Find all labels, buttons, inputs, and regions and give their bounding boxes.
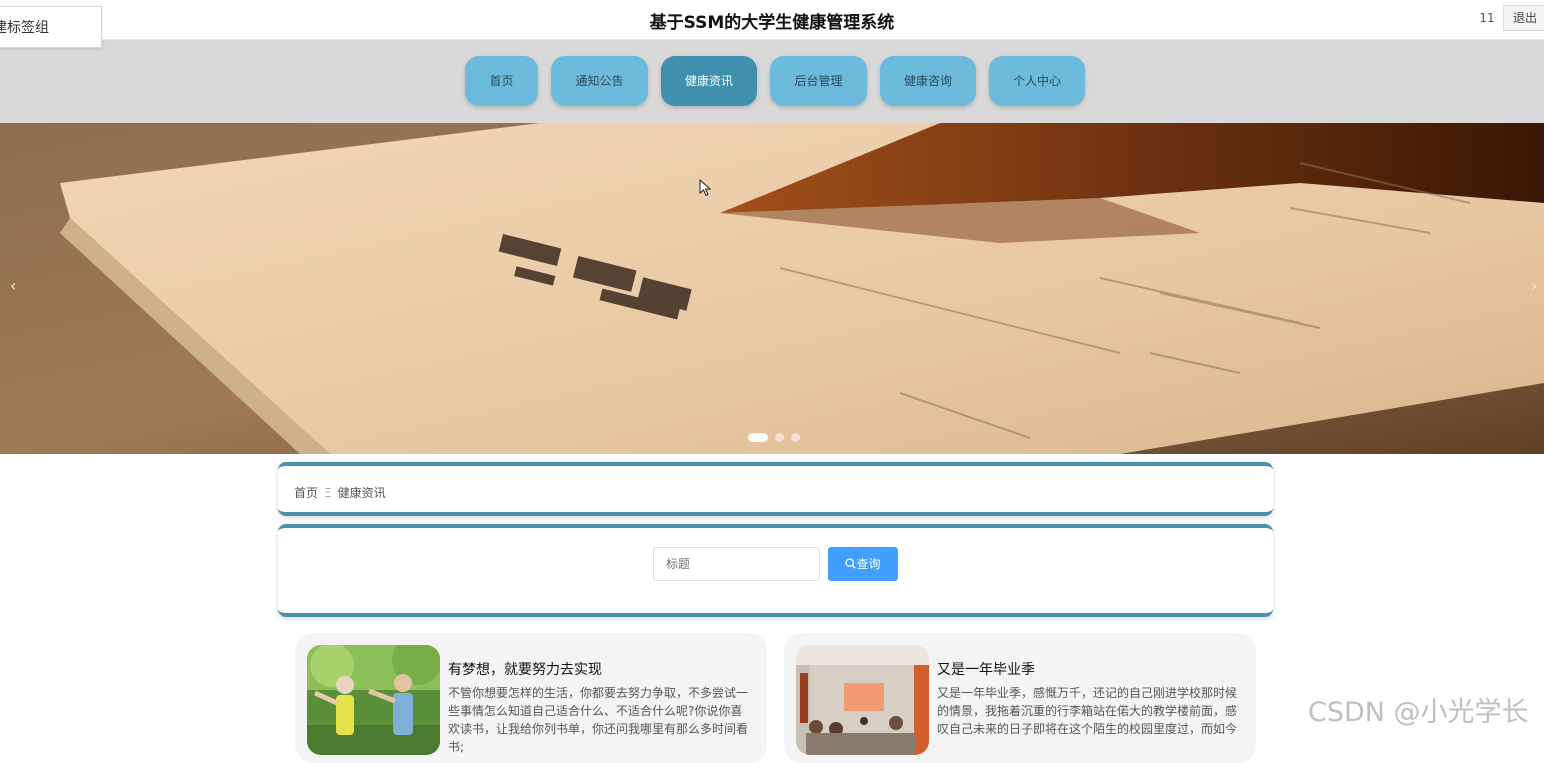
site-title: 基于SSM的大学生健康管理系统 bbox=[649, 13, 895, 33]
breadcrumb: 首页 Ξ 健康资讯 bbox=[294, 484, 386, 501]
nav-notices[interactable]: 通知公告 bbox=[551, 56, 648, 106]
watermark: CSDN @小光学长 bbox=[1308, 697, 1529, 728]
main-nav: 首页 通知公告 健康资讯 后台管理 健康咨询 个人中心 bbox=[0, 40, 1544, 123]
breadcrumb-panel: 首页 Ξ 健康资讯 bbox=[278, 462, 1273, 516]
nav-personal-center[interactable]: 个人中心 bbox=[989, 56, 1085, 106]
search-button[interactable]: 查询 bbox=[828, 547, 898, 581]
mouse-cursor-icon bbox=[699, 179, 712, 197]
news-card[interactable]: 有梦想，就要努力去实现 不管你想要怎样的生活，你都要去努力争取，不多尝试一些事情… bbox=[295, 633, 767, 763]
breadcrumb-home[interactable]: 首页 bbox=[294, 486, 318, 500]
banner-prev-arrow[interactable]: ‹ bbox=[10, 276, 16, 295]
nav-home[interactable]: 首页 bbox=[465, 56, 538, 106]
news-thumbnail bbox=[796, 645, 929, 755]
banner-dot-1[interactable] bbox=[748, 433, 768, 442]
banner-next-arrow[interactable]: › bbox=[1531, 276, 1537, 295]
user-count: 11 bbox=[1479, 11, 1495, 25]
news-card[interactable]: 又是一年毕业季 又是一年毕业季，感慨万千，还记的自己刚进学校那时候的情景，我拖着… bbox=[784, 633, 1256, 763]
logout-button[interactable]: 退出 bbox=[1503, 5, 1544, 31]
news-title[interactable]: 有梦想，就要努力去实现 bbox=[448, 659, 602, 679]
banner-image bbox=[0, 123, 1544, 454]
breadcrumb-current: 健康资讯 bbox=[337, 486, 386, 500]
banner-carousel[interactable]: ‹ › bbox=[0, 123, 1544, 454]
search-panel: 查询 bbox=[278, 524, 1273, 617]
search-button-label: 查询 bbox=[856, 557, 881, 571]
label-group-box[interactable]: 建标签组 bbox=[0, 6, 102, 48]
banner-dot-3[interactable] bbox=[791, 433, 800, 442]
banner-dot-2[interactable] bbox=[775, 433, 784, 442]
title-search-input[interactable] bbox=[653, 547, 820, 581]
top-bar: 基于SSM的大学生健康管理系统 11 退出 bbox=[0, 0, 1544, 40]
news-summary: 不管你想要怎样的生活，你都要去努力争取，不多尝试一些事情怎么知道自己适合什么、不… bbox=[448, 686, 749, 754]
news-summary: 又是一年毕业季，感慨万千，还记的自己刚进学校那时候的情景，我拖着沉重的行李箱站在… bbox=[937, 686, 1238, 736]
breadcrumb-separator: Ξ bbox=[324, 486, 332, 500]
news-thumbnail bbox=[307, 645, 440, 755]
nav-health-news[interactable]: 健康资讯 bbox=[661, 56, 757, 106]
nav-admin[interactable]: 后台管理 bbox=[770, 56, 867, 106]
search-icon bbox=[845, 558, 857, 569]
news-title[interactable]: 又是一年毕业季 bbox=[937, 659, 1035, 679]
nav-health-consult[interactable]: 健康咨询 bbox=[880, 56, 976, 106]
